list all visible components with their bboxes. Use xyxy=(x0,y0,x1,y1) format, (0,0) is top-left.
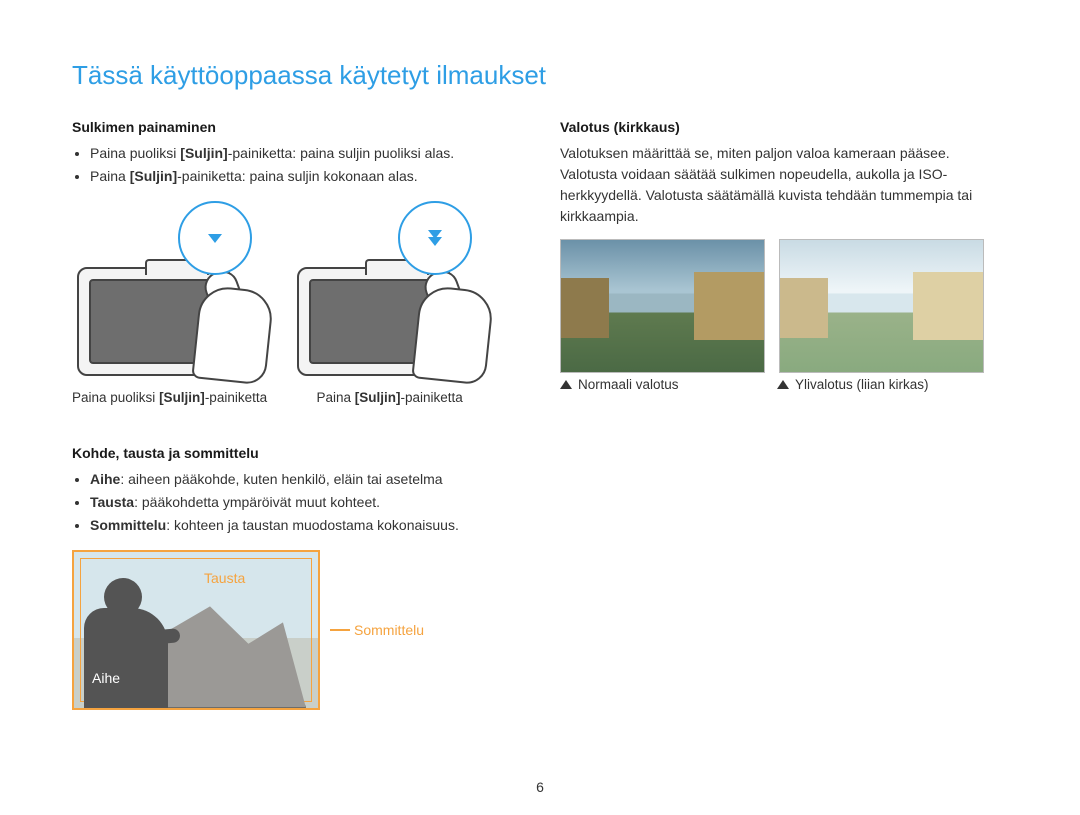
arrow-down-single-icon xyxy=(208,234,222,243)
text: Sommittelu xyxy=(354,622,424,638)
text: Paina xyxy=(316,390,354,405)
text: : kohteen ja taustan muodostama kokonais… xyxy=(166,517,459,533)
exposure-heading: Valotus (kirkkaus) xyxy=(560,119,1008,135)
shutter-bullets: Paina puoliksi [Suljin]-painiketta: pain… xyxy=(72,143,520,187)
text-bold: [Suljin] xyxy=(130,168,177,184)
shutter-half-figure xyxy=(77,201,262,386)
page-title: Tässä käyttöoppaassa käytetyt ilmaukset xyxy=(72,60,1008,91)
text: Paina puoliksi xyxy=(90,145,180,161)
label-aihe: Aihe xyxy=(92,670,120,686)
text: : pääkohdetta ympäröivät muut kohteet. xyxy=(134,494,380,510)
text-bold: Aihe xyxy=(90,471,120,487)
person-silhouette xyxy=(82,578,170,708)
composition-bullet-sommittelu: Sommittelu: kohteen ja taustan muodostam… xyxy=(90,515,520,536)
text-bold: [Suljin] xyxy=(355,390,401,405)
shutter-half-press: Paina puoliksi [Suljin]-painiketta xyxy=(72,201,267,405)
hand-illustration xyxy=(175,262,270,382)
shutter-half-caption: Paina puoliksi [Suljin]-painiketta xyxy=(72,390,267,405)
shutter-full-figure xyxy=(297,201,482,386)
composition-bullet-tausta: Tausta: pääkohdetta ympäröivät muut koht… xyxy=(90,492,520,513)
shutter-bullet-2: Paina [Suljin]-painiketta: paina suljin … xyxy=(90,166,520,187)
text: -painiketta: paina suljin puoliksi alas. xyxy=(228,145,454,161)
press-indicator-circle xyxy=(178,201,252,275)
text-bold: Tausta xyxy=(90,494,134,510)
arrow-down-double-icon xyxy=(428,230,442,246)
text-bold: Sommittelu xyxy=(90,517,166,533)
composition-bullet-aihe: Aihe: aiheen pääkohde, kuten henkilö, el… xyxy=(90,469,520,490)
content-columns: Sulkimen painaminen Paina puoliksi [Sulj… xyxy=(72,119,1008,710)
caption-over: Ylivalotus (liian kirkas) xyxy=(777,377,980,392)
photo-over-exposure xyxy=(779,239,984,373)
text: Paina puoliksi xyxy=(72,390,159,405)
text: -painiketta: paina suljin kokonaan alas. xyxy=(177,168,418,184)
text: : aiheen pääkohde, kuten henkilö, eläin … xyxy=(120,471,442,487)
press-indicator-circle xyxy=(398,201,472,275)
label-tausta: Tausta xyxy=(204,570,245,586)
text: -painiketta xyxy=(205,390,267,405)
shutter-illustration-row: Paina puoliksi [Suljin]-painiketta xyxy=(72,201,520,405)
manual-page: Tässä käyttöoppaassa käytetyt ilmaukset … xyxy=(0,0,1080,710)
caption-normal: Normaali valotus xyxy=(560,377,763,392)
text: Ylivalotus (liian kirkas) xyxy=(795,377,929,392)
composition-bullets: Aihe: aiheen pääkohde, kuten henkilö, el… xyxy=(72,469,520,536)
shutter-full-caption: Paina [Suljin]-painiketta xyxy=(316,390,462,405)
text: Normaali valotus xyxy=(578,377,679,392)
composition-figure: Tausta Aihe xyxy=(72,550,320,710)
photo-normal-exposure xyxy=(560,239,765,373)
text: Paina xyxy=(90,168,130,184)
label-sommittelu: Sommittelu xyxy=(330,622,424,638)
exposure-captions: Normaali valotus Ylivalotus (liian kirka… xyxy=(560,377,1008,392)
text-bold: [Suljin] xyxy=(180,145,227,161)
left-column: Sulkimen painaminen Paina puoliksi [Sulj… xyxy=(72,119,520,710)
composition-figure-wrap: Tausta Aihe Sommittelu xyxy=(72,550,520,710)
triangle-up-icon xyxy=(777,380,789,389)
exposure-photos xyxy=(560,239,1008,373)
shutter-full-press: Paina [Suljin]-painiketta xyxy=(297,201,482,405)
right-column: Valotus (kirkkaus) Valotuksen määrittää … xyxy=(560,119,1008,710)
triangle-up-icon xyxy=(560,380,572,389)
page-number: 6 xyxy=(0,779,1080,795)
shutter-bullet-1: Paina puoliksi [Suljin]-painiketta: pain… xyxy=(90,143,520,164)
shutter-heading: Sulkimen painaminen xyxy=(72,119,520,135)
exposure-body: Valotuksen määrittää se, miten paljon va… xyxy=(560,143,1008,227)
text-bold: [Suljin] xyxy=(159,390,205,405)
leader-line xyxy=(330,629,350,631)
hand-illustration xyxy=(395,262,490,382)
composition-heading: Kohde, tausta ja sommittelu xyxy=(72,445,520,461)
text: -painiketta xyxy=(400,390,462,405)
